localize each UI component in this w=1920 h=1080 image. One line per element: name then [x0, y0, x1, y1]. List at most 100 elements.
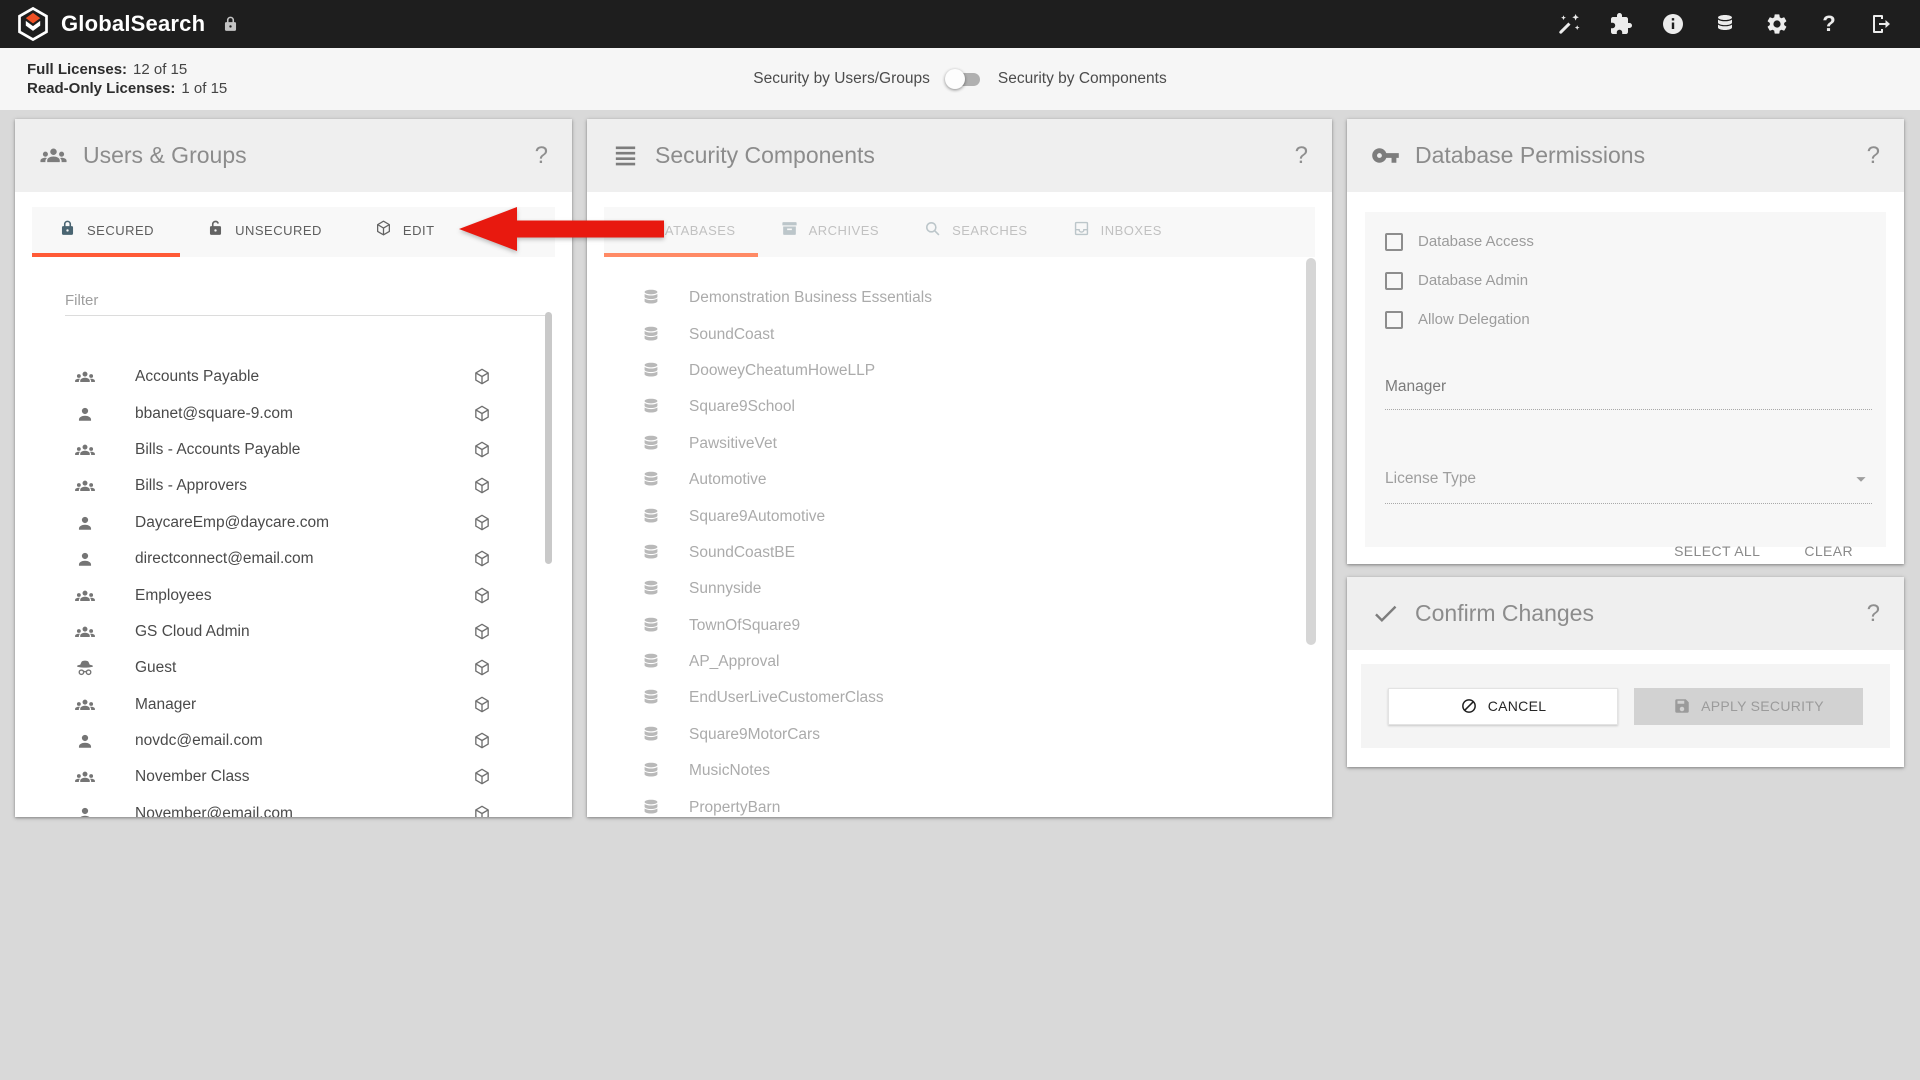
cube-icon[interactable] [472, 440, 492, 460]
user-group-row[interactable]: Bills - Accounts Payable [15, 432, 572, 468]
db-icon [640, 469, 662, 491]
exit-icon[interactable] [1869, 12, 1893, 36]
checkbox[interactable] [1385, 311, 1403, 329]
database-permissions-help-button[interactable]: ? [1867, 142, 1880, 170]
database-row[interactable]: AP_Approval [587, 644, 1332, 680]
user-group-label: bbanet@square-9.com [135, 405, 472, 423]
cube-icon[interactable] [472, 804, 492, 817]
groups-icon [74, 766, 96, 788]
database-row[interactable]: EndUserLiveCustomerClass [587, 680, 1332, 716]
person-icon [74, 548, 96, 570]
filter-input[interactable] [65, 290, 545, 316]
manager-field[interactable]: Manager [1385, 378, 1872, 410]
checkbox[interactable] [1385, 233, 1403, 251]
select-all-button[interactable]: SELECT ALL [1674, 543, 1760, 559]
cube-icon[interactable] [472, 622, 492, 642]
database-row[interactable]: Demonstration Business Essentials [587, 280, 1332, 316]
cancel-button[interactable]: CANCEL [1388, 688, 1618, 725]
users-groups-panel: Users & Groups ? SECURED UNSECURED EDIT [15, 119, 572, 817]
database-icon[interactable] [1713, 12, 1737, 36]
wand-icon[interactable] [1557, 12, 1581, 36]
user-group-row[interactable]: November@email.com [15, 796, 572, 817]
security-components-tab[interactable]: ARCHIVES [758, 207, 901, 257]
user-group-row[interactable]: Bills - Approvers [15, 468, 572, 504]
users-groups-tab[interactable]: SECURED [32, 207, 180, 257]
user-group-row[interactable]: GS Cloud Admin [15, 614, 572, 650]
help-icon[interactable] [1817, 12, 1841, 36]
user-group-label: Bills - Approvers [135, 477, 472, 495]
person-icon [74, 512, 96, 534]
user-group-row[interactable]: November Class [15, 759, 572, 795]
user-group-row[interactable]: DaycareEmp@daycare.com [15, 505, 572, 541]
db-icon [640, 797, 662, 817]
database-row[interactable]: PawsitiveVet [587, 426, 1332, 462]
security-components-help-button[interactable]: ? [1295, 142, 1308, 170]
database-row[interactable]: Sunnyside [587, 571, 1332, 607]
database-row[interactable]: Square9School [587, 389, 1332, 425]
database-row[interactable]: SoundCoastBE [587, 535, 1332, 571]
cube-icon[interactable] [472, 695, 492, 715]
cube-icon[interactable] [472, 731, 492, 751]
users-groups-tab[interactable]: UNSECURED [180, 207, 348, 257]
checkbox[interactable] [1385, 272, 1403, 290]
db-icon [640, 324, 662, 346]
top-strip: GlobalSearch Full Licenses:12 of 15 [0, 0, 1920, 110]
cube-icon[interactable] [472, 549, 492, 569]
database-permissions-panel: Database Permissions ? Database Access D… [1347, 119, 1904, 564]
user-group-row[interactable]: directconnect@email.com [15, 541, 572, 577]
database-permissions-title: Database Permissions [1415, 142, 1645, 169]
database-row[interactable]: MusicNotes [587, 753, 1332, 789]
db-icon [640, 396, 662, 418]
cube-icon[interactable] [472, 367, 492, 387]
security-components-header: Security Components ? [587, 119, 1332, 192]
users-list-scrollbar[interactable] [545, 312, 552, 564]
gear-icon[interactable] [1765, 12, 1789, 36]
users-groups-help-button[interactable]: ? [535, 142, 548, 170]
incognito-icon [74, 657, 96, 679]
user-group-row[interactable]: bbanet@square-9.com [15, 395, 572, 431]
user-group-label: November Class [135, 768, 472, 786]
person-icon [74, 730, 96, 752]
user-group-label: Bills - Accounts Payable [135, 441, 472, 459]
apply-security-button[interactable]: APPLY SECURITY [1634, 688, 1863, 725]
security-components-tab[interactable]: SEARCHES [901, 207, 1050, 257]
search-icon [923, 219, 942, 241]
user-group-row[interactable]: Guest [15, 650, 572, 686]
puzzle-icon[interactable] [1609, 12, 1633, 36]
security-components-tab[interactable]: INBOXES [1050, 207, 1184, 257]
cube-icon[interactable] [472, 586, 492, 606]
cube-icon[interactable] [472, 658, 492, 678]
license-type-select[interactable]: License Type [1385, 468, 1872, 504]
user-group-row[interactable]: Manager [15, 687, 572, 723]
components-list-scrollbar[interactable] [1306, 258, 1316, 645]
database-row[interactable]: PropertyBarn [587, 789, 1332, 817]
database-row[interactable]: TownOfSquare9 [587, 608, 1332, 644]
tab-label: EDIT [403, 223, 435, 238]
save-icon [1673, 697, 1691, 715]
user-group-row[interactable]: Employees [15, 577, 572, 613]
page: { "ui": { "help_glyph": "?" }, "appbar":… [0, 0, 1920, 1080]
user-group-row[interactable]: Accounts Payable [15, 359, 572, 395]
database-label: EndUserLiveCustomerClass [689, 689, 884, 707]
groups-icon [74, 585, 96, 607]
inbox-icon [1072, 219, 1091, 241]
app-bar: GlobalSearch [0, 0, 1920, 48]
checkmark-icon [1371, 599, 1400, 628]
clear-button[interactable]: CLEAR [1804, 543, 1853, 559]
security-mode-toggle[interactable] [945, 68, 983, 90]
cube-icon[interactable] [472, 404, 492, 424]
info-icon[interactable] [1661, 12, 1685, 36]
cube-icon[interactable] [472, 767, 492, 787]
database-label: PawsitiveVet [689, 435, 777, 453]
user-group-row[interactable]: novdc@email.com [15, 723, 572, 759]
security-components-tab[interactable]: DATABASES [604, 207, 758, 257]
database-row[interactable]: Square9MotorCars [587, 717, 1332, 753]
cube-icon[interactable] [472, 513, 492, 533]
cube-icon[interactable] [472, 476, 492, 496]
database-row[interactable]: DooweyCheatumHoweLLP [587, 353, 1332, 389]
database-row[interactable]: Square9Automotive [587, 498, 1332, 534]
users-groups-tab[interactable]: EDIT [348, 207, 461, 257]
database-row[interactable]: Automotive [587, 462, 1332, 498]
confirm-changes-help-button[interactable]: ? [1867, 600, 1880, 628]
database-row[interactable]: SoundCoast [587, 316, 1332, 352]
